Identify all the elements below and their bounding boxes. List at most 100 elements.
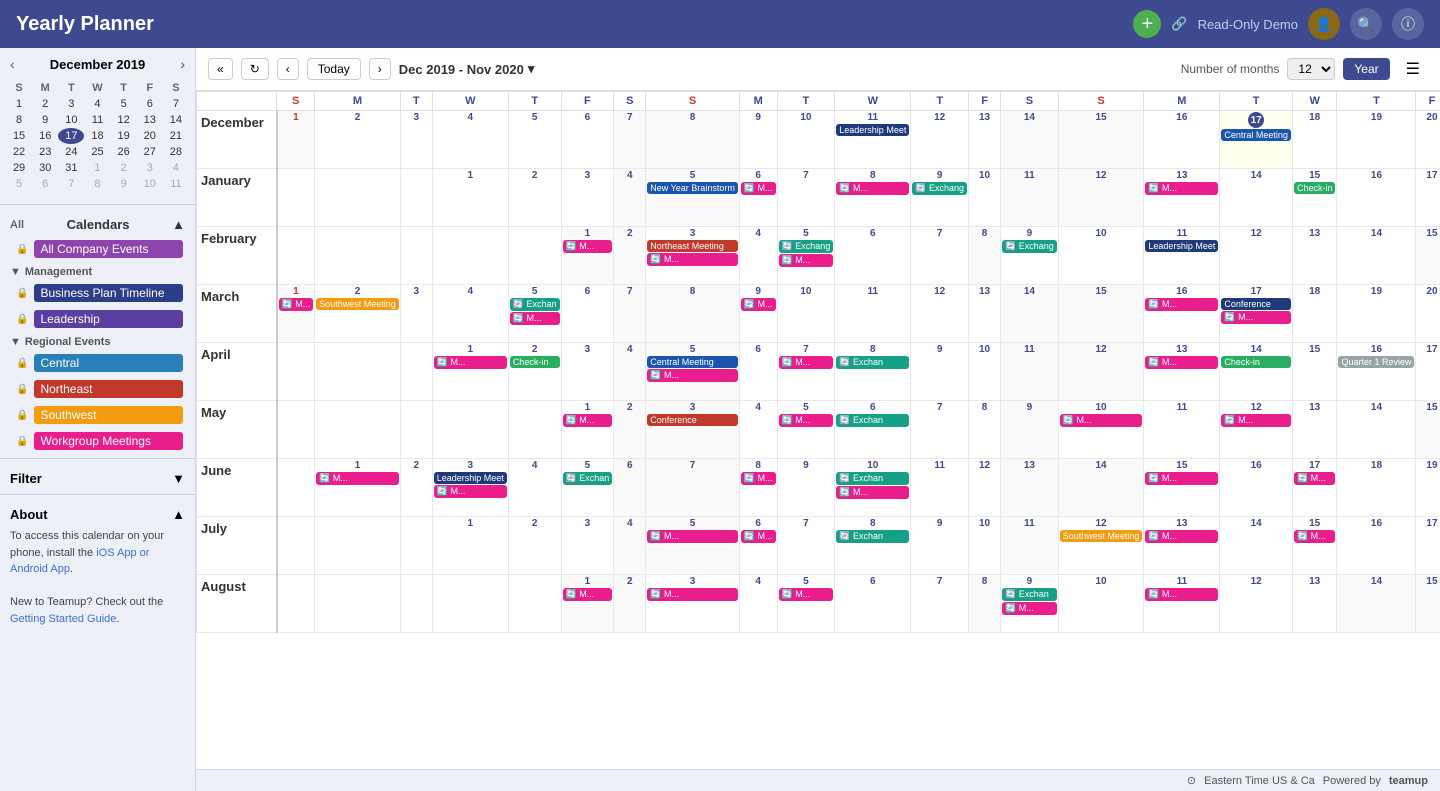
event-pill[interactable]: 🔄 M... xyxy=(741,472,776,485)
cal-day[interactable]: 15 🔄 M... xyxy=(1292,517,1337,575)
mini-cal-day[interactable]: 24 xyxy=(58,144,84,160)
cal-day[interactable]: 13 xyxy=(969,285,1001,343)
cal-day[interactable]: 3 Leadership Meet 🔄 M... xyxy=(432,459,508,517)
cal-day[interactable]: 17 Conference 🔄 M... xyxy=(1220,285,1293,343)
cal-day[interactable]: 2 Check-in xyxy=(508,343,561,401)
event-pill[interactable]: New Year Brainstorm xyxy=(647,182,738,194)
event-pill[interactable]: 🔄 Exchan xyxy=(510,298,560,311)
cal-day[interactable]: 7 xyxy=(911,401,969,459)
mini-cal-day[interactable]: 12 xyxy=(111,112,137,128)
mini-cal-day[interactable]: 18 xyxy=(84,128,110,144)
range-dropdown-icon[interactable]: ▾ xyxy=(528,61,535,77)
prev-button[interactable]: ‹ xyxy=(277,58,299,80)
cal-day[interactable]: 11 xyxy=(1001,517,1059,575)
cal-day[interactable]: 15 xyxy=(1058,285,1144,343)
event-pill[interactable]: Check-in xyxy=(510,356,560,368)
cal-day[interactable]: 5 🔄 M... xyxy=(777,401,835,459)
mini-cal-day[interactable]: 20 xyxy=(137,128,163,144)
event-pill[interactable]: 🔄 M... xyxy=(510,312,560,325)
event-pill[interactable]: 🔄 M... xyxy=(1294,530,1336,543)
cal-day[interactable]: 9 🔄 Exchang xyxy=(1001,227,1059,285)
cal-day[interactable]: 12 Southwest Meeting xyxy=(1058,517,1144,575)
cal-day[interactable]: 7 🔄 M... xyxy=(777,343,835,401)
cal-day[interactable]: 4 xyxy=(614,169,646,227)
cal-day[interactable]: 2 xyxy=(400,459,432,517)
event-pill[interactable]: 🔄 M... xyxy=(1145,588,1218,601)
cal-day[interactable]: 7 xyxy=(911,575,969,633)
cal-day[interactable]: 3 xyxy=(561,169,614,227)
cal-day[interactable]: 16 Quarter 1 Review xyxy=(1337,343,1416,401)
cal-day[interactable]: 4 xyxy=(508,459,561,517)
event-pill[interactable]: 🔄 M... xyxy=(779,356,834,369)
mini-cal-day[interactable]: 8 xyxy=(6,112,32,128)
mini-cal-day[interactable]: 16 xyxy=(32,128,58,144)
mini-cal-day[interactable]: 6 xyxy=(137,96,163,112)
cal-day[interactable]: 15 xyxy=(1292,343,1337,401)
cal-day[interactable]: 13 xyxy=(969,111,1001,169)
event-pill[interactable]: Central Meeting xyxy=(1221,129,1291,141)
cal-day[interactable]: 6 xyxy=(614,459,646,517)
cal-day[interactable]: 2 xyxy=(508,169,561,227)
cal-day[interactable]: 17 xyxy=(1416,169,1440,227)
cal-day[interactable]: 3 Conference xyxy=(646,401,740,459)
cal-day[interactable]: 10 xyxy=(1058,575,1144,633)
mini-cal-day[interactable]: 7 xyxy=(58,176,84,192)
cal-day[interactable]: 11 xyxy=(1001,169,1059,227)
event-pill[interactable]: 🔄 M... xyxy=(836,182,909,195)
cal-item-workgroup[interactable]: 🔒 Workgroup Meetings xyxy=(4,429,191,453)
mini-cal-day[interactable]: 15 xyxy=(6,128,32,144)
mini-cal-day[interactable]: 14 xyxy=(163,112,189,128)
cal-day[interactable]: 6 xyxy=(835,575,911,633)
cal-day[interactable]: 20 xyxy=(1416,285,1440,343)
cal-day[interactable]: 11 xyxy=(835,285,911,343)
mini-cal-day[interactable]: 13 xyxy=(137,112,163,128)
cal-day[interactable]: 5 New Year Brainstorm xyxy=(646,169,740,227)
cal-day[interactable]: 13 🔄 M... xyxy=(1144,343,1220,401)
event-pill[interactable]: 🔄 M... xyxy=(647,369,738,382)
mini-cal-day[interactable]: 3 xyxy=(137,160,163,176)
cal-day[interactable]: 1 xyxy=(432,169,508,227)
cal-day[interactable]: 5 🔄 M... xyxy=(646,517,740,575)
event-pill[interactable]: 🔄 M... xyxy=(434,485,507,498)
cal-day[interactable]: 2 xyxy=(614,227,646,285)
event-pill[interactable]: 🔄 M... xyxy=(741,182,776,195)
cal-day[interactable]: 1 🔄 M... xyxy=(561,227,614,285)
mini-cal-today[interactable]: 17 xyxy=(58,128,84,144)
cal-day[interactable]: 2 xyxy=(315,111,401,169)
double-prev-button[interactable]: « xyxy=(208,58,233,80)
cal-day[interactable]: 11 xyxy=(1144,401,1220,459)
cal-day[interactable]: 7 xyxy=(911,227,969,285)
event-pill[interactable]: 🔄 Exchan xyxy=(836,530,909,543)
mini-cal-day[interactable]: 4 xyxy=(163,160,189,176)
getting-started-link[interactable]: Getting Started Guide xyxy=(10,613,116,625)
mini-cal-day[interactable]: 6 xyxy=(32,176,58,192)
cal-day[interactable]: 10 xyxy=(969,517,1001,575)
event-pill[interactable]: 🔄 M... xyxy=(1294,472,1336,485)
cal-day[interactable]: 15 xyxy=(1416,575,1440,633)
cal-day[interactable]: 7 xyxy=(614,111,646,169)
event-pill[interactable]: 🔄 Exchan xyxy=(836,472,909,485)
mini-cal-day[interactable]: 26 xyxy=(111,144,137,160)
cal-day[interactable]: 4 xyxy=(614,517,646,575)
event-pill[interactable]: 🔄 Exchan xyxy=(836,356,909,369)
event-pill[interactable]: Northeast Meeting xyxy=(647,240,738,252)
event-pill[interactable]: 🔄 M... xyxy=(1145,530,1218,543)
cal-day[interactable]: 8 🔄 M... xyxy=(739,459,777,517)
cal-day[interactable]: 9 xyxy=(911,343,969,401)
cal-day[interactable]: 4 xyxy=(739,575,777,633)
event-pill[interactable]: 🔄 M... xyxy=(1145,298,1218,311)
cal-day[interactable]: 10 xyxy=(777,111,835,169)
cal-day[interactable]: 6 xyxy=(835,227,911,285)
about-header[interactable]: About ▲ xyxy=(10,507,185,522)
event-pill[interactable]: Southwest Meeting xyxy=(1060,530,1143,542)
cal-day[interactable]: 12 xyxy=(1220,575,1293,633)
cal-day[interactable]: 8 xyxy=(646,285,740,343)
cal-day[interactable]: 4 xyxy=(739,401,777,459)
cal-day[interactable]: 8 xyxy=(969,575,1001,633)
filter-header[interactable]: Filter ▼ xyxy=(10,471,185,486)
event-pill[interactable]: 🔄 M... xyxy=(563,240,613,253)
cal-day[interactable]: 10 xyxy=(969,169,1001,227)
mini-cal-day[interactable]: 29 xyxy=(6,160,32,176)
cal-day[interactable]: 15 🔄 M... xyxy=(1144,459,1220,517)
cal-day[interactable]: 14 xyxy=(1220,517,1293,575)
